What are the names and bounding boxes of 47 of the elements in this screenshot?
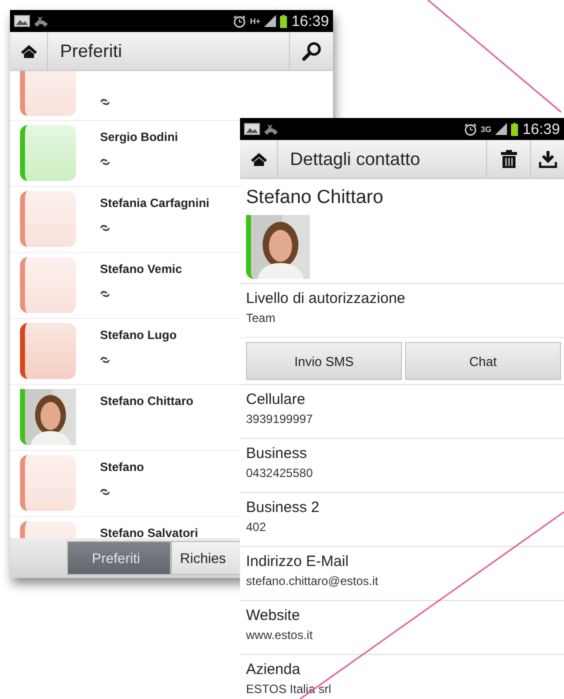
contact-name: Stefano Salvatori: [100, 526, 198, 538]
field-label: Livello di autorizzazione: [246, 290, 406, 307]
field-label: Website: [246, 607, 301, 624]
tab[interactable]: Richies: [171, 541, 240, 575]
missed-call-icon: [264, 123, 278, 135]
alarm-clock-icon: [233, 14, 246, 28]
field-value: 402: [246, 520, 268, 534]
signal-icon: [495, 123, 508, 135]
field-value: www.estos.it: [246, 628, 314, 642]
contact-name: Stefania Carfagnini: [100, 196, 210, 210]
contact-name: Stefano Chittaro: [100, 394, 194, 408]
trash-icon: [500, 150, 516, 168]
field-label: Cellulare: [246, 391, 306, 408]
screen-title: Preferiti: [59, 40, 124, 62]
network-type: 3G: [480, 124, 492, 134]
contact-name: Stefano: [100, 460, 144, 474]
download-icon: [538, 150, 556, 168]
alarm-clock-icon: [464, 122, 477, 136]
clock: 16:39: [291, 12, 329, 30]
contact-name: Stefano Chittaro: [245, 186, 384, 210]
field-value: Team: [246, 311, 276, 325]
contact-name: Stefano Vemic: [100, 262, 182, 276]
image-icon: [244, 123, 260, 135]
network-type: H+: [250, 16, 260, 26]
field-value: ESTOS Italia srl: [246, 682, 332, 696]
field-value: stefano.chittaro@estos.it: [246, 574, 380, 588]
search-icon: [302, 41, 322, 61]
contact-name: Stefano Lugo: [100, 328, 177, 342]
field-value: 0432425580: [246, 466, 314, 480]
contact-name: Sergio Bodini: [100, 130, 178, 144]
home-icon: [250, 152, 268, 166]
field-label: Business 2: [246, 499, 320, 516]
screen-title: Dettagli contatto: [289, 148, 422, 170]
field-label: Azienda: [246, 661, 302, 678]
signal-icon: [264, 15, 276, 27]
battery-icon: [511, 122, 518, 136]
field-label: Indirizzo E-Mail: [246, 553, 350, 570]
clock: 16:39: [522, 120, 560, 138]
field-value: 3939199997: [246, 412, 314, 426]
action-button[interactable]: Chat: [405, 342, 561, 380]
field-label: Business: [246, 445, 308, 462]
missed-call-icon: [34, 15, 48, 27]
action-button[interactable]: Invio SMS: [246, 342, 402, 380]
home-icon: [20, 44, 38, 58]
battery-icon: [280, 14, 288, 28]
image-icon: [14, 15, 30, 27]
tab[interactable]: Preferiti: [67, 541, 171, 575]
